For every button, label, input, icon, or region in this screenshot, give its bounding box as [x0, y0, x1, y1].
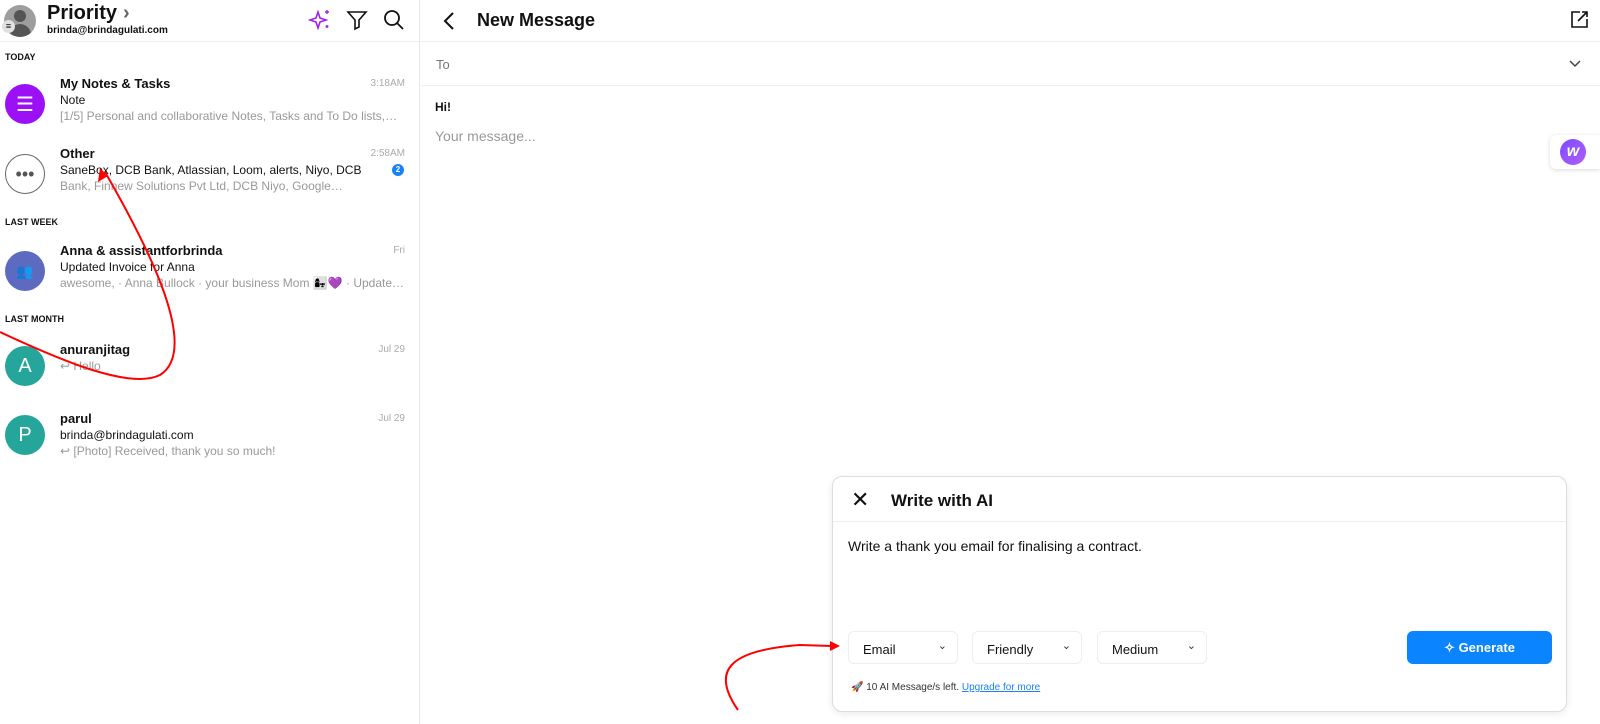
item-name: Anna & assistantforbrinda	[60, 243, 223, 258]
ai-sparkle-icon[interactable]	[308, 8, 332, 32]
section-last-month: LAST MONTH	[5, 314, 64, 324]
section-today: TODAY	[5, 52, 36, 62]
chevron-right-icon: ›	[123, 2, 130, 24]
section-last-week: LAST WEEK	[5, 217, 58, 227]
message-body-input[interactable]: Your message...	[435, 128, 536, 144]
writer-ai-button[interactable]: w	[1550, 135, 1600, 169]
list-item[interactable]: ••• Other SaneBox, DCB Bank, Atlassian, …	[0, 138, 420, 210]
contact-avatar: P	[5, 415, 45, 455]
more-icon: •••	[5, 154, 45, 194]
chevron-down-icon: ⌄	[1186, 640, 1196, 652]
contact-avatar: A	[5, 346, 45, 386]
writer-logo-icon: w	[1560, 139, 1586, 165]
quota-text: 🚀 10 AI Message/s left. Upgrade for more	[851, 682, 1041, 693]
item-preview: [1/5] Personal and collaborative Notes, …	[60, 109, 398, 123]
item-preview: Bank, Finnew Solutions Pvt Ltd, DCB Niyo…	[60, 179, 343, 193]
to-label: To	[436, 57, 450, 72]
compose-title: New Message	[477, 10, 596, 30]
close-icon[interactable]: ✕	[851, 487, 869, 513]
item-time: 2:58AM	[370, 148, 405, 159]
item-time: Jul 29	[378, 344, 405, 355]
item-name: My Notes & Tasks	[60, 76, 171, 91]
to-field[interactable]: To	[421, 42, 1600, 86]
back-arrow-icon[interactable]	[439, 10, 461, 32]
item-name: Other	[60, 146, 95, 161]
item-preview: ↩ [Photo] Received, thank you so much!	[60, 444, 276, 458]
pop-out-icon[interactable]	[1568, 9, 1590, 31]
generate-button[interactable]: ✧ Generate	[1407, 631, 1552, 664]
tone-select[interactable]: Friendly ⌄	[972, 631, 1082, 664]
chevron-down-icon: ⌄	[1061, 640, 1071, 652]
menu-icon[interactable]: ≡	[2, 20, 15, 33]
item-name: parul	[60, 411, 92, 426]
list-item[interactable]: 👥 Anna & assistantforbrinda Updated Invo…	[0, 235, 420, 307]
ai-prompt-input[interactable]: Write a thank you email for finalising a…	[848, 538, 1142, 554]
item-time: Fri	[393, 245, 405, 256]
folder-title[interactable]: Priority ›	[47, 2, 130, 25]
item-name: anuranjitag	[60, 342, 131, 357]
unread-badge: 2	[392, 164, 404, 176]
list-item[interactable]: P parul brinda@brindagulati.com ↩ [Photo…	[0, 403, 420, 475]
item-subject: Updated Invoice for Anna	[60, 260, 195, 274]
list-header: ≡ Priority › brinda@brindagulati.com	[0, 0, 419, 42]
item-time: Jul 29	[378, 413, 405, 424]
filter-icon[interactable]	[345, 8, 369, 32]
conversation-list-pane: ≡ Priority › brinda@brindagulati.com TODA…	[0, 0, 420, 724]
format-select[interactable]: Email ⌄	[848, 631, 958, 664]
chevron-down-icon: ⌄	[937, 640, 947, 652]
upgrade-link[interactable]: Upgrade for more	[962, 682, 1040, 693]
account-email: brinda@brindagulati.com	[47, 25, 168, 36]
item-preview: awesome, · Anna Bullock · your business …	[60, 276, 405, 290]
list-item[interactable]: ☰ My Notes & Tasks Note [1/5] Personal a…	[0, 68, 420, 140]
group-icon: 👥	[5, 251, 45, 291]
item-preview: ↩ Hello	[60, 359, 101, 373]
message-greeting[interactable]: Hi!	[435, 100, 451, 114]
item-time: 3:18AM	[370, 78, 405, 89]
write-with-ai-panel: ✕ Write with AI Write a thank you email f…	[832, 476, 1567, 712]
rocket-icon: 🚀	[851, 682, 864, 693]
notes-icon: ☰	[5, 84, 45, 124]
compose-header: New Message	[421, 0, 1600, 42]
item-subject: Note	[60, 93, 86, 107]
chevron-down-icon[interactable]	[1568, 57, 1582, 71]
ai-panel-title: Write with AI	[891, 491, 993, 510]
sparkle-icon: ✧	[1444, 640, 1459, 655]
item-subject: brinda@brindagulati.com	[60, 428, 194, 442]
length-select[interactable]: Medium ⌄	[1097, 631, 1207, 664]
item-subject: SaneBox, DCB Bank, Atlassian, Loom, aler…	[60, 163, 362, 177]
list-item[interactable]: A anuranjitag ↩ Hello Jul 29	[0, 334, 420, 406]
search-icon[interactable]	[382, 8, 406, 32]
